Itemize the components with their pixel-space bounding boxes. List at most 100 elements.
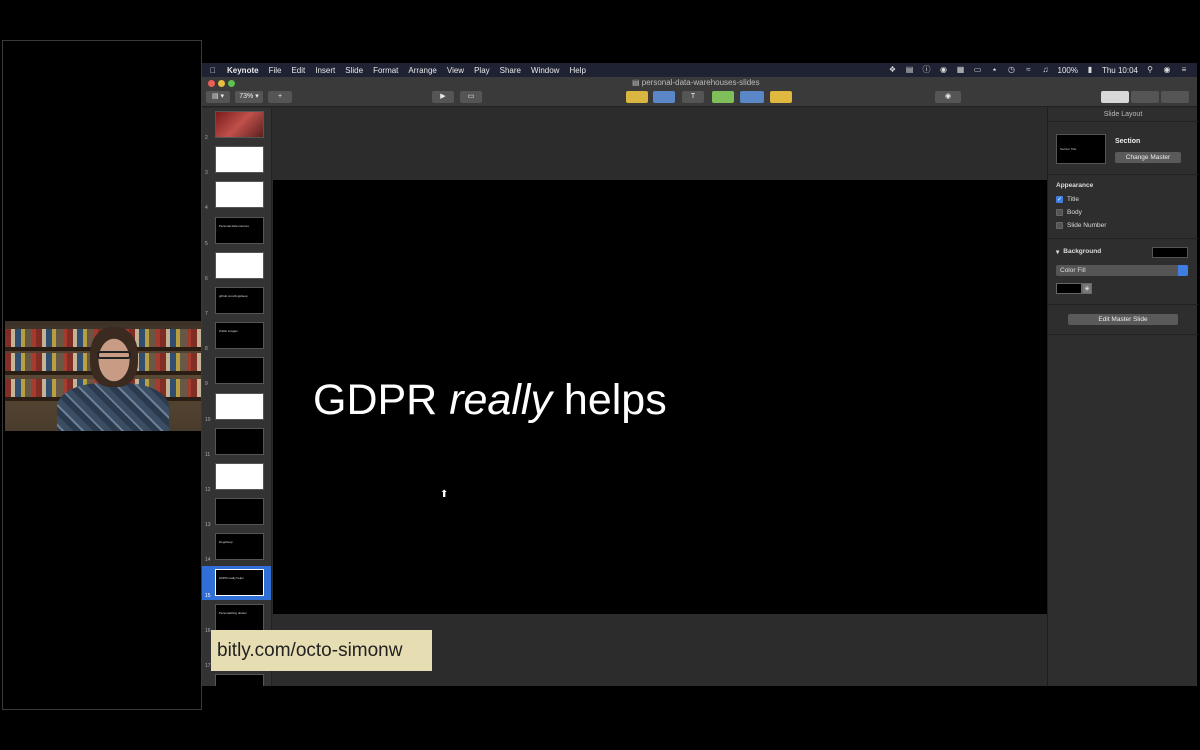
volume-icon[interactable]: ♫ bbox=[1041, 66, 1051, 74]
slide-number-checkbox[interactable] bbox=[1056, 222, 1063, 229]
slide-thumbnail[interactable] bbox=[215, 674, 264, 686]
slide-number: 10 bbox=[205, 416, 211, 423]
insert-comment-button[interactable] bbox=[770, 91, 792, 103]
animate-inspector-button[interactable] bbox=[1131, 91, 1159, 103]
slide-title[interactable]: GDPR really helps bbox=[313, 376, 667, 425]
background-color-swatch[interactable] bbox=[1152, 247, 1188, 258]
app-status-icon[interactable]: ◉ bbox=[939, 66, 949, 74]
menu-file[interactable]: File bbox=[264, 66, 287, 75]
menu-help[interactable]: Help bbox=[564, 66, 590, 75]
slide-thumbnail-row[interactable]: 11 bbox=[202, 425, 271, 459]
master-name: Section bbox=[1115, 138, 1141, 145]
edit-master-slide-button[interactable]: Edit Master Slide bbox=[1068, 314, 1178, 325]
slide-thumbnail-row[interactable]: Dogsheep 14 bbox=[202, 530, 271, 564]
slide-canvas[interactable]: GDPR really helps bbox=[273, 180, 1047, 614]
dropbox-icon[interactable]: ❖ bbox=[888, 66, 898, 74]
insert-text-button[interactable]: T bbox=[682, 91, 704, 103]
menu-play[interactable]: Play bbox=[469, 66, 495, 75]
play-button[interactable]: ▶ bbox=[432, 91, 454, 103]
insert-table-button[interactable] bbox=[626, 91, 648, 103]
zoom-window-button[interactable] bbox=[228, 80, 235, 87]
slide-thumbnail[interactable]: GDPR really helps bbox=[215, 568, 264, 596]
menu-slide[interactable]: Slide bbox=[340, 66, 368, 75]
slide-thumbnail[interactable]: Dogsheep bbox=[215, 533, 264, 561]
slide-thumbnail-row[interactable]: 9 bbox=[202, 354, 271, 388]
slide-thumbnail[interactable] bbox=[215, 498, 264, 526]
slide-thumbnail-row[interactable]: 18 bbox=[202, 671, 271, 686]
title-checkbox-row[interactable]: ✓ Title bbox=[1056, 196, 1079, 203]
slide-thumbnail-row[interactable]: 6 bbox=[202, 249, 271, 283]
slide-thumbnail[interactable] bbox=[215, 463, 264, 490]
user-icon[interactable]: ◉ bbox=[1162, 66, 1172, 74]
menu-clock[interactable]: Thu 10:04 bbox=[1102, 66, 1138, 75]
webcam-video bbox=[5, 321, 201, 431]
add-slide-button[interactable]: + bbox=[268, 91, 292, 103]
slide-thumbnail-row[interactable]: GDPR really helps 15 bbox=[202, 565, 271, 600]
battery-icon[interactable]: ▮ bbox=[1085, 66, 1095, 74]
color-well[interactable] bbox=[1056, 283, 1082, 294]
disclosure-triangle-icon[interactable]: ▾ bbox=[1056, 248, 1059, 256]
slide-thumbnail[interactable]: Personalizing docker bbox=[215, 603, 264, 631]
slide-number: 2 bbox=[205, 135, 208, 141]
menu-insert[interactable]: Insert bbox=[310, 66, 340, 75]
document-icon[interactable]: ▤ bbox=[905, 66, 915, 74]
apple-icon[interactable]:  bbox=[202, 66, 222, 75]
bluetooth-icon[interactable]: ٭ bbox=[990, 66, 1000, 74]
minimize-window-button[interactable] bbox=[218, 80, 225, 87]
body-checkbox[interactable] bbox=[1056, 209, 1063, 216]
slide-thumbnail-row[interactable]: 13 bbox=[202, 495, 271, 529]
slide-thumbnail[interactable] bbox=[215, 251, 264, 279]
menu-app-name[interactable]: Keynote bbox=[222, 66, 264, 75]
slide-thumbnail-row[interactable]: github.com/dogsheep 7 bbox=[202, 284, 271, 318]
zoom-control[interactable]: 73% ▾ bbox=[235, 91, 263, 103]
title-checkbox[interactable]: ✓ bbox=[1056, 196, 1063, 203]
slide-number-checkbox-row[interactable]: Slide Number bbox=[1056, 222, 1106, 229]
spotlight-search-icon[interactable]: ⚲ bbox=[1145, 66, 1155, 74]
slide-thumbnail-row[interactable]: Public images 8 bbox=[202, 319, 271, 353]
fill-type-select[interactable]: Color Fill bbox=[1056, 265, 1188, 276]
slide-thumbnail[interactable] bbox=[215, 357, 264, 385]
menu-share[interactable]: Share bbox=[495, 66, 526, 75]
slide-navigator[interactable]: 2 3 4 Personal data sources 5 6 github.com/dog… bbox=[202, 108, 272, 686]
slide-thumbnail[interactable] bbox=[215, 111, 264, 138]
keynote-live-button[interactable]: ▭ bbox=[460, 91, 482, 103]
slide-thumbnail[interactable] bbox=[215, 392, 264, 420]
slide-thumbnail[interactable] bbox=[215, 427, 264, 455]
notification-center-icon[interactable]: ≡ bbox=[1179, 66, 1189, 74]
info-icon[interactable]: ⓘ bbox=[922, 66, 932, 74]
menu-format[interactable]: Format bbox=[368, 66, 403, 75]
slide-thumbnail-row[interactable]: 10 bbox=[202, 390, 271, 424]
slide-thumbnail[interactable]: Personal data sources bbox=[215, 216, 264, 244]
slide-canvas-area: GDPR really helps bbox=[273, 108, 1047, 686]
menu-arrange[interactable]: Arrange bbox=[403, 66, 441, 75]
body-checkbox-row[interactable]: Body bbox=[1056, 209, 1082, 216]
format-inspector-button[interactable] bbox=[1101, 91, 1129, 103]
grid-icon[interactable]: ▦ bbox=[956, 66, 966, 74]
master-slide-thumbnail[interactable]: Section Title bbox=[1056, 134, 1106, 164]
slide-thumbnail-row[interactable]: 2 bbox=[202, 108, 271, 142]
slide-thumbnail-row[interactable]: 3 bbox=[202, 143, 271, 177]
slide-thumbnail[interactable]: Public images bbox=[215, 322, 264, 350]
background-section[interactable]: ▾ Background bbox=[1056, 248, 1101, 256]
slide-thumbnail-row[interactable]: Personal data sources 5 bbox=[202, 214, 271, 248]
close-window-button[interactable] bbox=[208, 80, 215, 87]
wifi-icon[interactable]: ≈ bbox=[1024, 66, 1034, 74]
airplay-icon[interactable]: ▭ bbox=[973, 66, 983, 74]
insert-media-button[interactable] bbox=[740, 91, 764, 103]
slide-thumbnail[interactable] bbox=[215, 181, 264, 209]
collaborate-button[interactable]: ◉ bbox=[935, 91, 961, 103]
menu-window[interactable]: Window bbox=[526, 66, 564, 75]
clock-icon[interactable]: ◷ bbox=[1007, 66, 1017, 74]
slide-thumbnail-row[interactable]: 4 bbox=[202, 178, 271, 212]
change-master-button[interactable]: Change Master bbox=[1115, 152, 1181, 163]
menu-view[interactable]: View bbox=[442, 66, 469, 75]
insert-shape-button[interactable] bbox=[712, 91, 734, 103]
menu-edit[interactable]: Edit bbox=[286, 66, 310, 75]
color-wheel-icon[interactable]: ◈ bbox=[1082, 283, 1092, 294]
document-inspector-button[interactable] bbox=[1161, 91, 1189, 103]
slide-thumbnail[interactable] bbox=[215, 146, 264, 174]
slide-thumbnail-row[interactable]: 12 bbox=[202, 460, 271, 494]
slide-thumbnail[interactable]: github.com/dogsheep bbox=[215, 287, 264, 314]
view-menu-button[interactable]: ▤ ▾ bbox=[206, 91, 230, 103]
insert-chart-button[interactable] bbox=[653, 91, 675, 103]
